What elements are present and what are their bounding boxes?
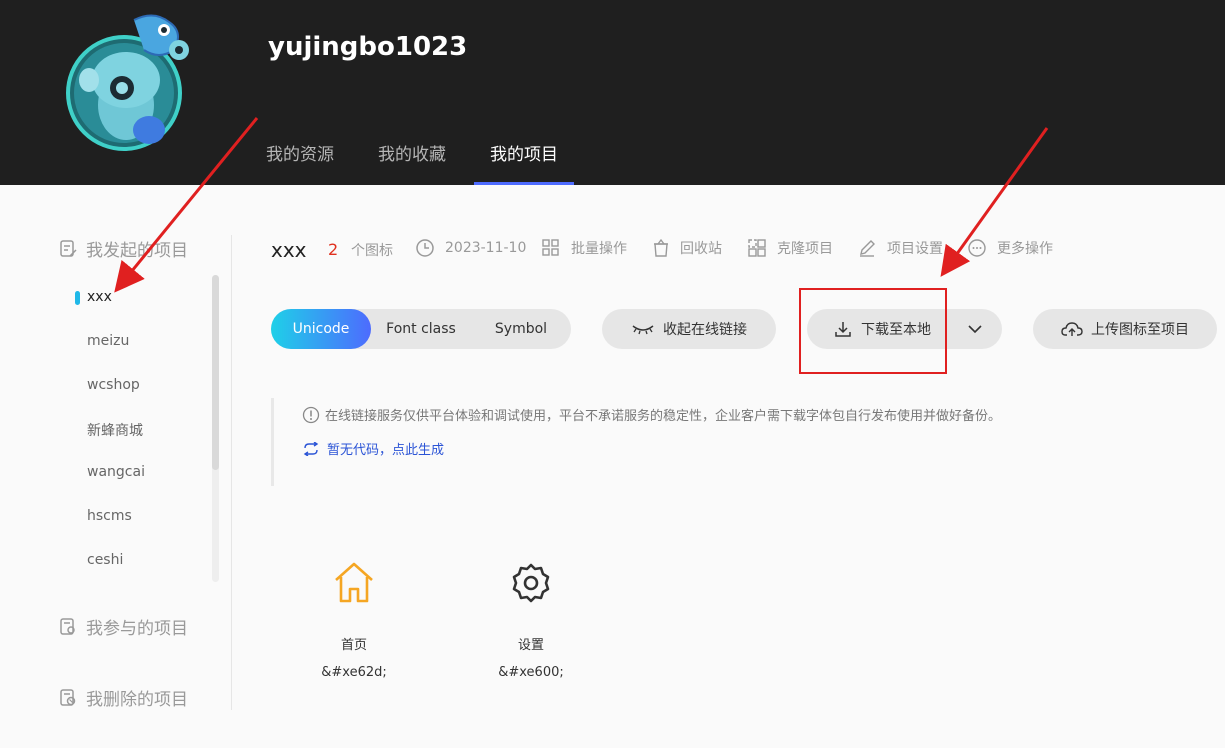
eye-closed-icon (632, 325, 654, 335)
glyph-card-home[interactable]: 首页 &#xe62d; (294, 560, 414, 680)
profile-tabs: 我的资源 我的收藏 我的项目 (250, 140, 586, 185)
document-user-icon (60, 617, 75, 635)
glyph-name: 首页 (340, 638, 367, 653)
trash-icon (654, 238, 668, 257)
project-item-wcshop[interactable]: wcshop (87, 377, 140, 393)
glyph-code: &#xe600; (498, 665, 564, 680)
sidebar-divider (231, 235, 232, 710)
info-icon (302, 406, 320, 423)
clone-icon (748, 239, 766, 257)
cloud-upload-icon (1061, 322, 1083, 336)
generate-code-link[interactable]: 暂无代码，点此生成 (302, 439, 444, 458)
glyph-name: 设置 (517, 638, 544, 653)
batch-operation-label: 批量操作 (571, 241, 627, 257)
recycle-bin-label: 回收站 (680, 241, 722, 257)
profile-header: yujingbo1023 我的资源 我的收藏 我的项目 (0, 0, 1225, 185)
online-link-notice: 在线链接服务仅供平台体验和调试使用，平台不承诺服务的稳定性，企业客户需下载字体包… (271, 398, 1131, 486)
tab-my-projects[interactable]: 我的项目 (474, 140, 574, 185)
active-project-marker (75, 291, 80, 305)
format-symbol-tab[interactable]: Symbol (471, 309, 571, 349)
icon-count: 2 (328, 240, 339, 259)
project-title: xxx (271, 238, 307, 262)
user-avatar[interactable] (64, 10, 196, 160)
username: yujingbo1023 (268, 32, 468, 62)
recycle-bin-button[interactable]: 回收站 (652, 238, 722, 258)
notice-message: 在线链接服务仅供平台体验和调试使用，平台不承诺服务的稳定性，企业客户需下载字体包… (302, 405, 1001, 424)
collapse-link-button[interactable]: 收起在线链接 (602, 309, 776, 349)
more-actions-button[interactable]: 更多操作 (967, 238, 1053, 258)
refresh-icon (303, 441, 319, 456)
project-item-wangcai[interactable]: wangcai (87, 464, 145, 480)
glyph-code: &#xe62d; (321, 665, 387, 680)
document-delete-icon (60, 688, 76, 706)
format-unicode-tab[interactable]: Unicode (271, 309, 371, 349)
project-item-meizu[interactable]: meizu (87, 333, 129, 349)
more-icon (968, 239, 986, 257)
created-projects-heading[interactable]: 我发起的项目 (58, 236, 188, 261)
icon-count-label: 个图标 (351, 243, 393, 259)
upload-icons-label: 上传图标至项目 (1091, 322, 1189, 338)
project-sidebar: 我发起的项目 xxx meizu wcshop 新蜂商城 wangcai hsc… (58, 230, 228, 710)
batch-operation-button[interactable]: 批量操作 (541, 238, 627, 258)
format-fontclass-tab[interactable]: Font class (371, 309, 471, 349)
project-date: 2023-11-10 (415, 238, 526, 258)
project-item-hscms[interactable]: hscms (87, 508, 132, 524)
project-settings-label: 项目设置 (887, 241, 943, 257)
sidebar-scrollbar-thumb[interactable] (212, 275, 219, 470)
project-item-ceshi[interactable]: ceshi (87, 552, 123, 568)
grid-icon (542, 239, 559, 256)
collapse-link-label: 收起在线链接 (663, 322, 747, 338)
more-actions-label: 更多操作 (997, 241, 1053, 257)
gear-icon (512, 563, 550, 603)
deleted-projects-heading[interactable]: 我删除的项目 (58, 685, 188, 710)
created-projects-label: 我发起的项目 (86, 241, 188, 261)
pencil-icon (860, 240, 875, 257)
deleted-projects-label: 我删除的项目 (86, 690, 188, 710)
project-item-xxx[interactable]: xxx (87, 289, 112, 305)
clone-project-button[interactable]: 克隆项目 (747, 238, 833, 258)
joined-projects-heading[interactable]: 我参与的项目 (58, 614, 188, 639)
document-edit-icon (60, 239, 77, 257)
annotation-highlight-box (799, 288, 947, 374)
project-date-text: 2023-11-10 (445, 240, 527, 256)
glyph-card-settings[interactable]: 设置 &#xe600; (471, 560, 591, 680)
project-settings-button[interactable]: 项目设置 (857, 238, 943, 258)
chevron-down-icon[interactable] (967, 322, 983, 336)
generate-code-label: 暂无代码，点此生成 (327, 443, 445, 458)
tab-my-resources[interactable]: 我的资源 (250, 140, 350, 185)
clock-icon (416, 239, 434, 257)
joined-projects-label: 我参与的项目 (86, 619, 188, 639)
tab-my-favorites[interactable]: 我的收藏 (362, 140, 462, 185)
format-selector: Unicode Font class Symbol (271, 309, 571, 349)
clone-project-label: 克隆项目 (777, 241, 833, 257)
notice-text: 在线链接服务仅供平台体验和调试使用，平台不承诺服务的稳定性，企业客户需下载字体包… (325, 409, 1002, 424)
project-item-xinfeng[interactable]: 新蜂商城 (87, 420, 143, 440)
upload-icons-button[interactable]: 上传图标至项目 (1033, 309, 1217, 349)
home-icon (335, 562, 373, 603)
